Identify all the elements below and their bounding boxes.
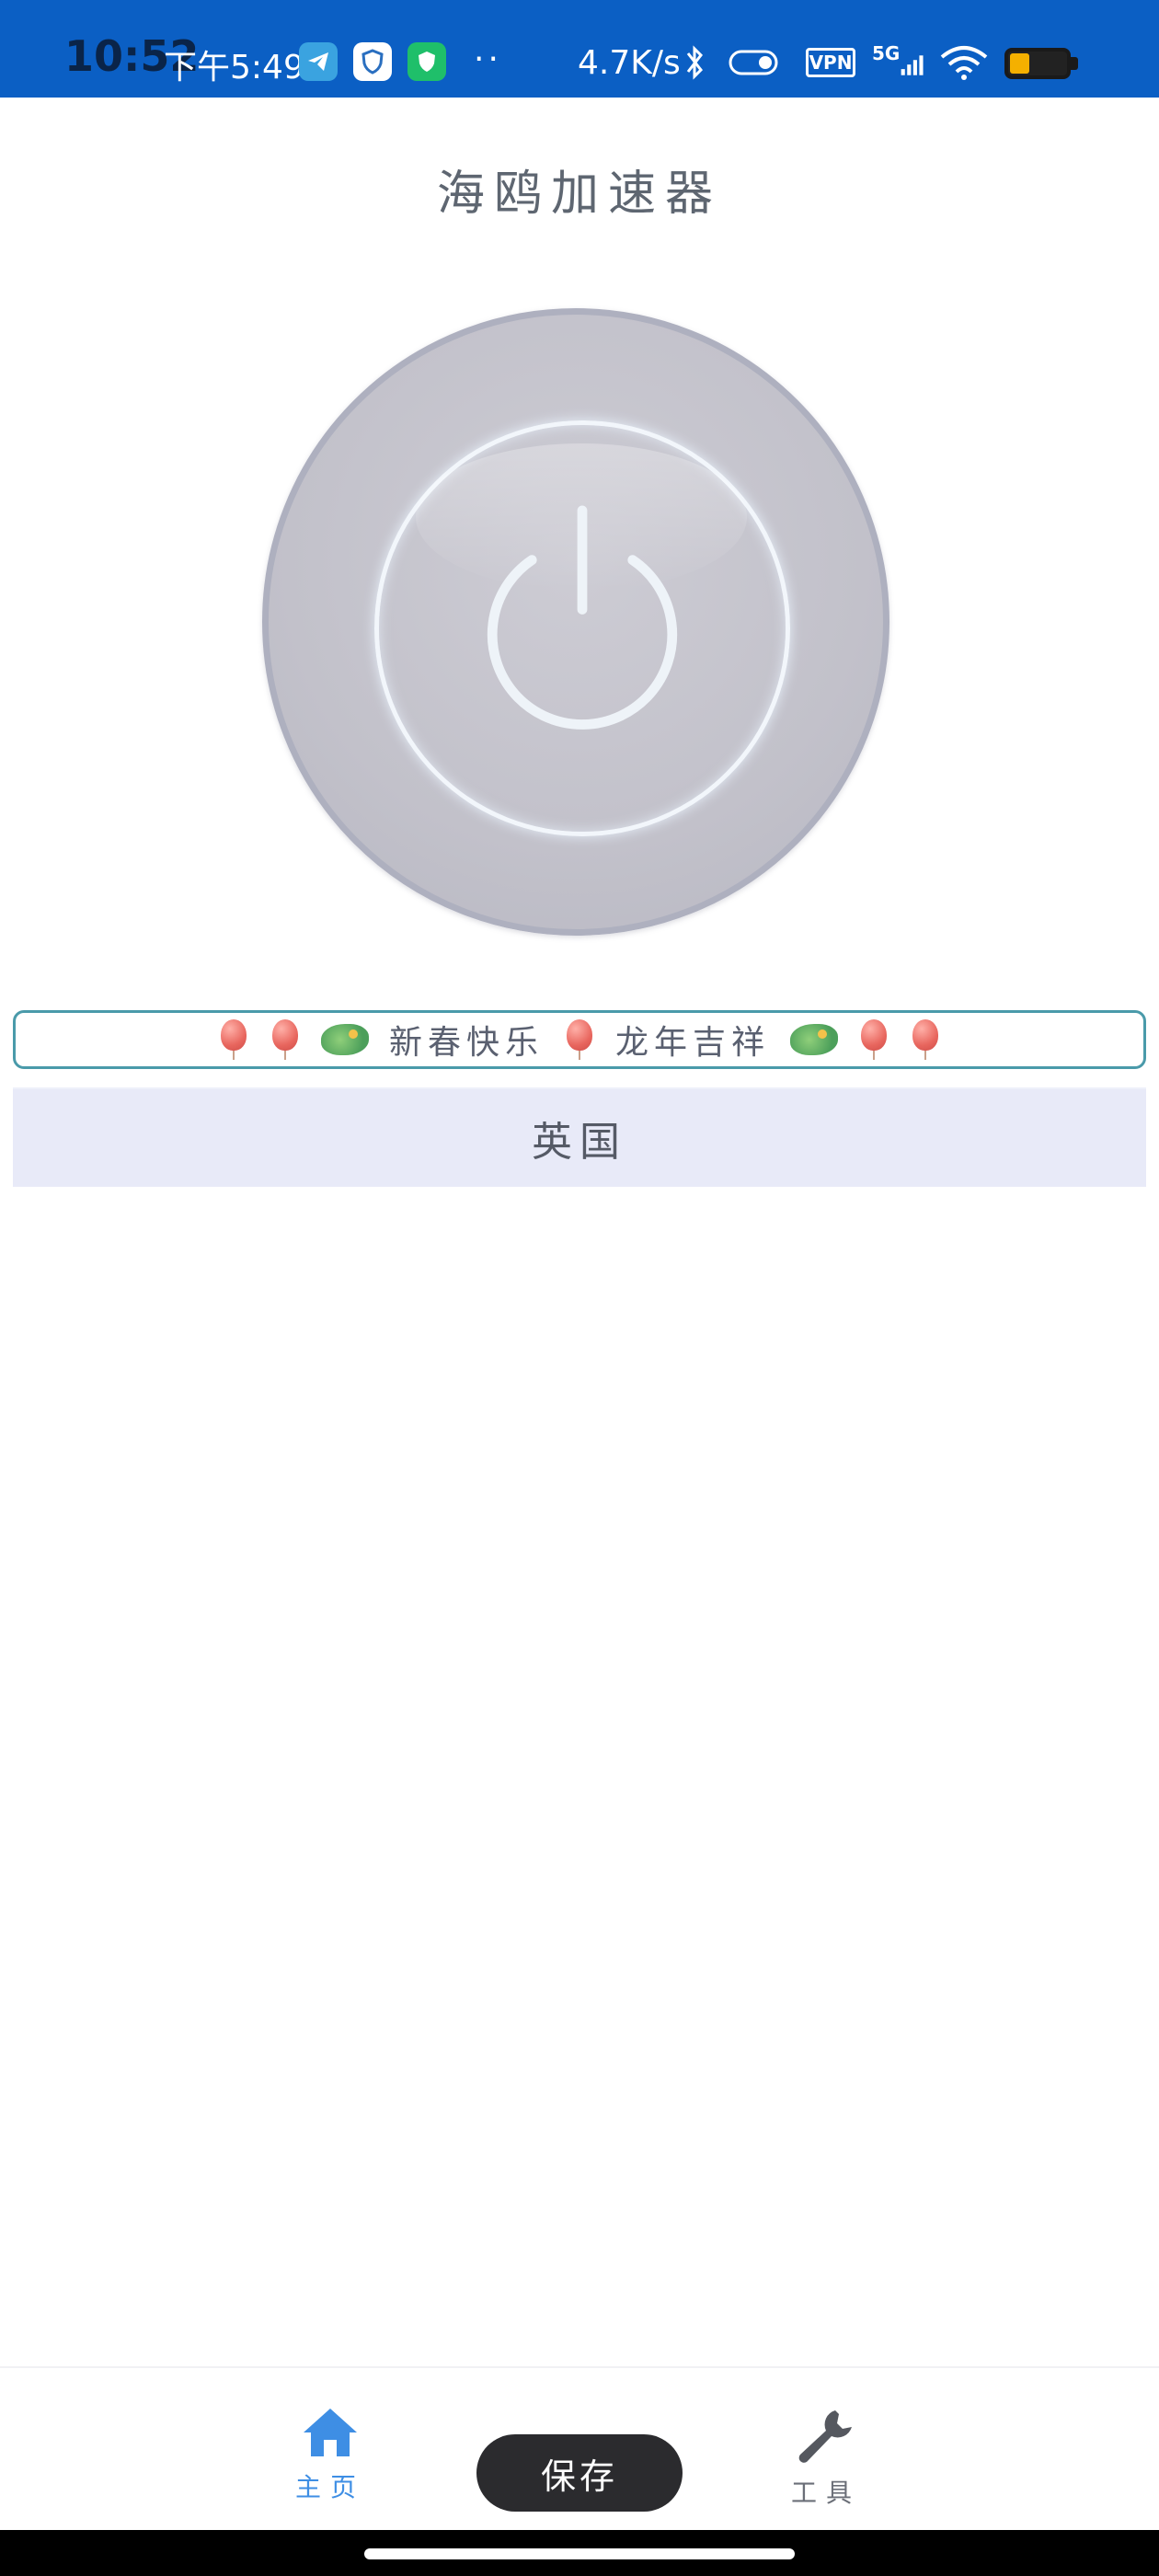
status-bar: 10:52 下午5:49 ·· 4.7K/s VPN 5G — [0, 0, 1159, 98]
power-button[interactable] — [262, 308, 889, 936]
battery-tip — [1071, 57, 1078, 70]
balloon-icon — [910, 1019, 941, 1060]
home-icon — [304, 2409, 357, 2456]
battery-level — [1010, 53, 1029, 74]
security-app-icon — [407, 42, 446, 81]
hd-call-icon — [727, 42, 782, 83]
gesture-handle[interactable] — [364, 2548, 795, 2559]
region-label: 英国 — [532, 1119, 627, 1166]
balloon-icon — [564, 1019, 595, 1060]
telegram-icon — [299, 42, 338, 81]
power-icon — [487, 505, 678, 730]
balloon-icon — [858, 1019, 889, 1060]
wrench-icon — [798, 2410, 852, 2463]
wifi-icon — [936, 42, 992, 83]
banner-text-new-year: 新春快乐 — [388, 1024, 544, 1062]
network-type-label: 5G — [872, 42, 901, 64]
balloon-icon — [270, 1019, 301, 1060]
nav-home-label: 主页 — [294, 2472, 365, 2502]
bluetooth-icon — [679, 42, 710, 83]
banner-text-dragon-year: 龙年吉祥 — [615, 1024, 771, 1062]
region-selector[interactable]: 英国 — [13, 1087, 1146, 1187]
dragon-icon — [790, 1024, 839, 1055]
nav-tools[interactable]: 工具 — [752, 2405, 900, 2515]
network-speed: 4.7K/s — [578, 44, 681, 82]
nav-tools-label: 工具 — [790, 2478, 861, 2508]
status-overflow: ·· — [474, 40, 502, 78]
balloon-icon — [218, 1019, 249, 1060]
shield-app-icon — [353, 42, 392, 81]
status-clock-secondary: 下午5:49 — [164, 49, 304, 86]
cellular-5g-icon: 5G — [872, 42, 927, 83]
greeting-banner: 新春快乐 龙年吉祥 — [13, 1010, 1146, 1069]
vpn-indicator: VPN — [806, 48, 855, 77]
page-title: 海鸥加速器 — [436, 167, 722, 222]
dragon-icon — [320, 1024, 369, 1055]
save-button[interactable]: 保存 — [476, 2434, 683, 2512]
power-ring — [374, 420, 790, 836]
battery-icon — [1004, 48, 1071, 79]
nav-home[interactable]: 主页 — [257, 2405, 404, 2515]
